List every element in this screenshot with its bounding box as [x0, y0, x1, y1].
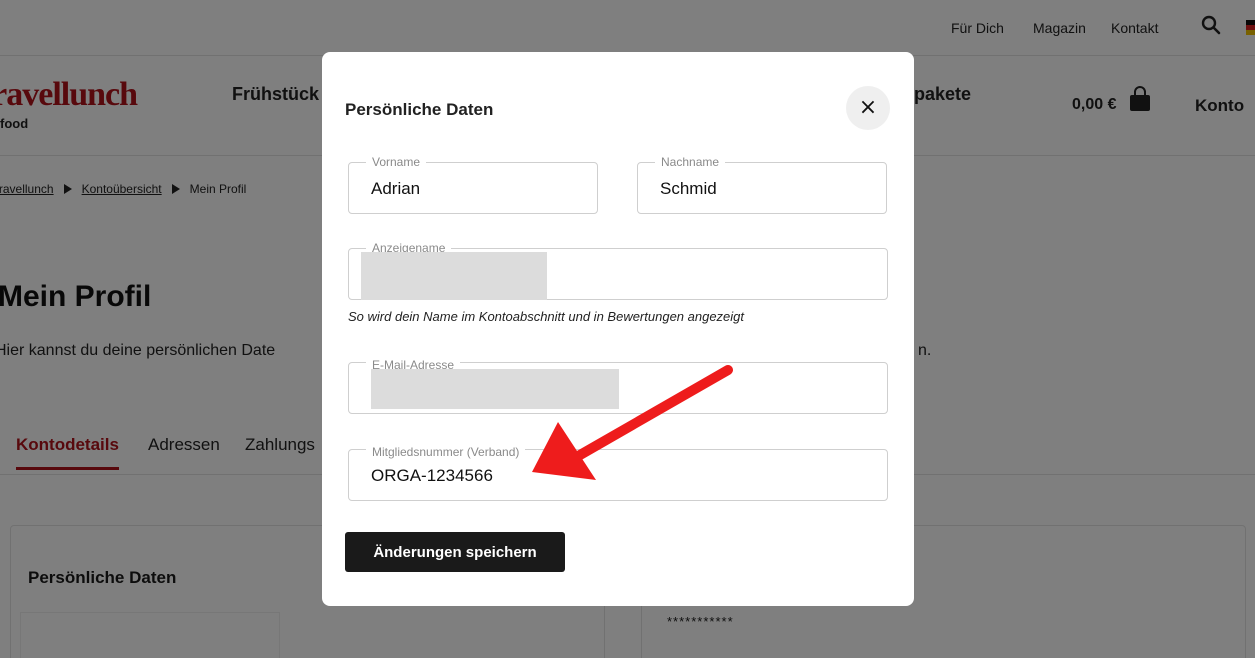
- member-number-label: Mitgliedsnummer (Verband): [366, 445, 526, 459]
- redacted-block: [371, 369, 619, 409]
- last-name-field: Nachname: [637, 155, 887, 214]
- member-number-input[interactable]: [371, 466, 802, 486]
- last-name-input[interactable]: [660, 179, 859, 199]
- save-changes-button[interactable]: Änderungen speichern: [345, 532, 565, 572]
- last-name-label: Nachname: [655, 155, 726, 169]
- email-field: E-Mail-Adresse: [348, 358, 888, 414]
- personal-data-modal: Persönliche Daten × Vorname Nachname Anz…: [322, 52, 914, 606]
- display-name-hint: So wird dein Name im Kontoabschnitt und …: [348, 309, 745, 324]
- close-button[interactable]: ×: [846, 86, 890, 130]
- first-name-input[interactable]: [371, 179, 570, 199]
- modal-title: Persönliche Daten: [345, 100, 494, 119]
- display-name-field: Anzeigename: [348, 241, 888, 300]
- first-name-label: Vorname: [366, 155, 427, 169]
- member-number-field: Mitgliedsnummer (Verband): [348, 445, 888, 501]
- redacted-block: [361, 252, 547, 300]
- first-name-field: Vorname: [348, 155, 598, 214]
